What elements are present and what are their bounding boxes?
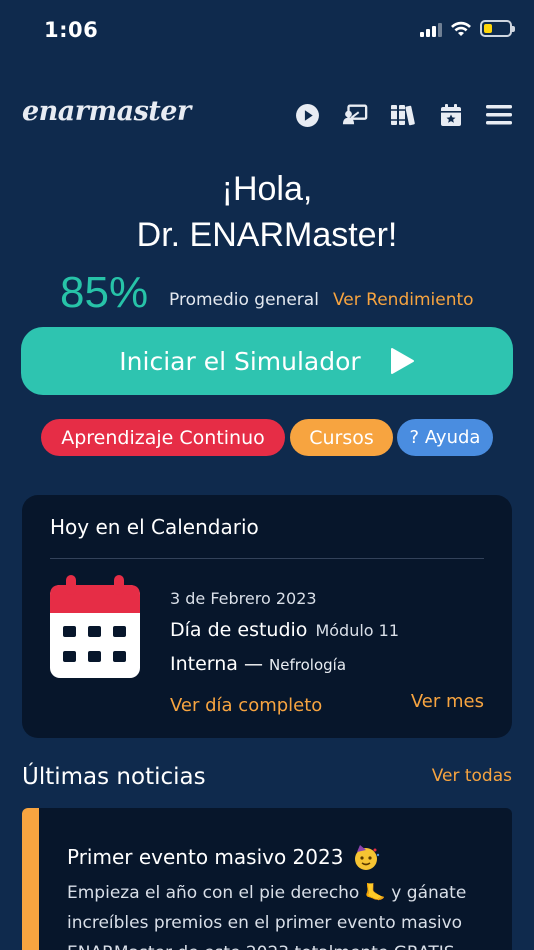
status-time: 1:06 [44, 18, 99, 42]
hamburger-menu-icon[interactable] [486, 102, 512, 128]
view-all-news-link[interactable]: Ver todas [432, 766, 512, 786]
app-logo[interactable]: enarmaster [22, 96, 191, 127]
status-bar: 1:06 [0, 0, 534, 62]
top-nav: enarmaster [0, 90, 534, 142]
news-heading: Últimas noticias [22, 764, 206, 790]
battery-icon [480, 20, 515, 37]
view-full-day-link[interactable]: Ver día completo [170, 695, 322, 716]
play-arrow-icon [390, 348, 414, 374]
wifi-icon [451, 21, 471, 36]
performance-link[interactable]: Ver Rendimiento [333, 290, 474, 310]
average-label: Promedio general [169, 290, 319, 310]
library-books-icon[interactable] [390, 102, 416, 128]
study-specialty: Nefrología [269, 656, 347, 674]
signal-icon [420, 21, 442, 37]
calendar-icon [50, 575, 140, 678]
teacher-board-icon[interactable] [342, 102, 368, 128]
news-accent-bar [22, 808, 39, 950]
status-icons [420, 20, 515, 37]
calendar-date: 3 de Febrero 2023 [170, 589, 317, 608]
party-face-icon [355, 845, 380, 870]
average-percent: 85% [60, 268, 149, 317]
help-button[interactable]: ? Ayuda [397, 419, 493, 456]
news-title: Primer evento masivo 2023 [67, 845, 344, 869]
view-month-link[interactable]: Ver mes [411, 691, 484, 712]
courses-button[interactable]: Cursos [290, 419, 393, 456]
study-day-type: Día de estudio [170, 619, 308, 641]
study-topic-line: Interna — Nefrología [170, 653, 346, 675]
calendar-title: Hoy en el Calendario [50, 515, 259, 539]
greeting-line-2: Dr. ENARMaster! [136, 216, 398, 254]
quick-links: Aprendizaje Continuo Cursos ? Ayuda [0, 419, 534, 457]
study-day-line: Día de estudio Módulo 11 [170, 619, 399, 641]
greeting-line-1: ¡Hola, [221, 170, 313, 208]
battery-level [484, 24, 493, 33]
calendar-star-icon[interactable] [438, 102, 464, 128]
start-simulator-label: Iniciar el Simulador [119, 346, 361, 376]
study-module: Módulo 11 [315, 621, 400, 640]
start-simulator-button[interactable]: Iniciar el Simulador [21, 327, 513, 395]
news-body: Empieza el año con el pie derecho 🦶 y gá… [67, 883, 467, 950]
calendar-card: Hoy en el Calendario 3 de Febrero 2023 D… [22, 495, 512, 738]
study-area: Interna — [170, 653, 263, 675]
greeting: ¡Hola, Dr. ENARMaster! [0, 166, 534, 258]
news-card[interactable]: Primer evento masivo 2023 Empieza el año… [22, 808, 512, 950]
nav-icons [294, 102, 512, 128]
stats-row: 85% Promedio general Ver Rendimiento [0, 266, 534, 318]
calendar-divider [50, 558, 484, 559]
play-icon[interactable] [294, 102, 320, 128]
news-title-row: Primer evento masivo 2023 [67, 842, 381, 872]
continuous-learning-button[interactable]: Aprendizaje Continuo [41, 419, 285, 456]
